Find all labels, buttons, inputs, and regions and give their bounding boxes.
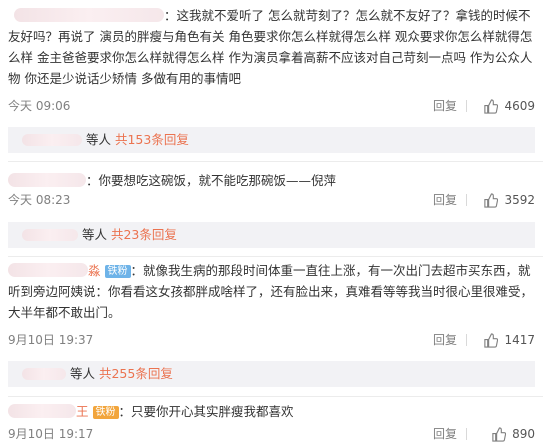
- sub-replies-box[interactable]: 等人 共23条回复: [8, 222, 535, 248]
- divider: [8, 256, 543, 257]
- reply-button[interactable]: 回复: [433, 96, 457, 116]
- sub-reply-users: 等人: [81, 227, 107, 242]
- sub-reply-count-link[interactable]: 共23条回复: [111, 227, 177, 242]
- reply-user-blurred: [22, 368, 66, 380]
- fan-badge: 铁粉: [104, 265, 131, 278]
- reply-user-blurred: [22, 229, 78, 241]
- comment-body: ：你要想吃这碗饭，就不能吃那碗饭——倪萍: [86, 173, 337, 188]
- thumbs-up-icon: [484, 98, 499, 114]
- reply-button[interactable]: 回复: [433, 190, 457, 210]
- username-suffix[interactable]: 淼: [88, 263, 101, 278]
- thumbs-up-icon: [484, 192, 499, 208]
- divider: [8, 161, 543, 162]
- sub-replies-box[interactable]: 等人 共255条回复: [8, 361, 535, 387]
- username-blurred[interactable]: [8, 404, 76, 418]
- sub-reply-count-link[interactable]: 共255条回复: [99, 366, 173, 381]
- divider: [466, 194, 467, 206]
- comment-text-block: 王 铁粉 ：只要你开心其实胖瘦我都喜欢: [8, 401, 535, 422]
- comment-meta: 9月10日 19:17 回复 890: [8, 424, 535, 444]
- timestamp: 今天 09:06: [8, 99, 71, 113]
- fan-badge: 铁粉: [92, 406, 119, 419]
- comment-text-block: ：这我就不爱听了 怎么就苛刻了？怎么就不友好了？拿钱的时候不友好吗？再说了 演员…: [8, 5, 535, 89]
- like-count: 890: [512, 427, 535, 441]
- username-suffix[interactable]: 王: [76, 404, 89, 419]
- reply-button[interactable]: 回复: [433, 424, 457, 444]
- like-button[interactable]: 890: [491, 424, 535, 444]
- like-count: 1417: [504, 333, 535, 347]
- like-button[interactable]: 1417: [483, 330, 535, 350]
- comment-meta: 9月10日 19:37 回复 1417: [8, 330, 535, 350]
- username-blurred[interactable]: [8, 173, 86, 187]
- like-count: 4609: [504, 99, 535, 113]
- comment-feed: ：这我就不爱听了 怎么就苛刻了？怎么就不友好了？拿钱的时候不友好吗？再说了 演员…: [0, 0, 543, 444]
- reply-user-blurred: [22, 134, 82, 146]
- like-count: 3592: [504, 193, 535, 207]
- comment-text-block: 淼 铁粉 ：就像我生病的那段时间体重一直往上涨，有一次出门去超市买东西，就听到旁边…: [8, 260, 535, 323]
- comment-meta: 今天 08:23 回复 3592: [8, 190, 535, 210]
- reply-button[interactable]: 回复: [433, 330, 457, 350]
- divider: [8, 396, 543, 397]
- sub-reply-users: 等人: [69, 366, 95, 381]
- like-button[interactable]: 4609: [483, 96, 535, 116]
- timestamp: 9月10日 19:17: [8, 427, 94, 441]
- comment-meta: 今天 09:06 回复 4609: [8, 96, 535, 116]
- username-blurred[interactable]: [14, 8, 164, 22]
- comment-text-block: ：你要想吃这碗饭，就不能吃那碗饭——倪萍: [8, 170, 535, 191]
- sub-reply-count-link[interactable]: 共153条回复: [115, 132, 189, 147]
- timestamp: 9月10日 19:37: [8, 333, 94, 347]
- divider: [466, 100, 467, 112]
- username-blurred[interactable]: [8, 263, 88, 277]
- comment-body: ：只要你开心其实胖瘦我都喜欢: [118, 404, 294, 419]
- like-button[interactable]: 3592: [483, 190, 535, 210]
- sub-replies-box[interactable]: 等人 共153条回复: [8, 127, 535, 153]
- divider: [466, 428, 467, 440]
- timestamp: 今天 08:23: [8, 193, 71, 207]
- divider: [466, 334, 467, 346]
- thumbs-up-icon: [492, 426, 507, 442]
- sub-reply-users: 等人: [85, 132, 111, 147]
- thumbs-up-icon: [484, 332, 499, 348]
